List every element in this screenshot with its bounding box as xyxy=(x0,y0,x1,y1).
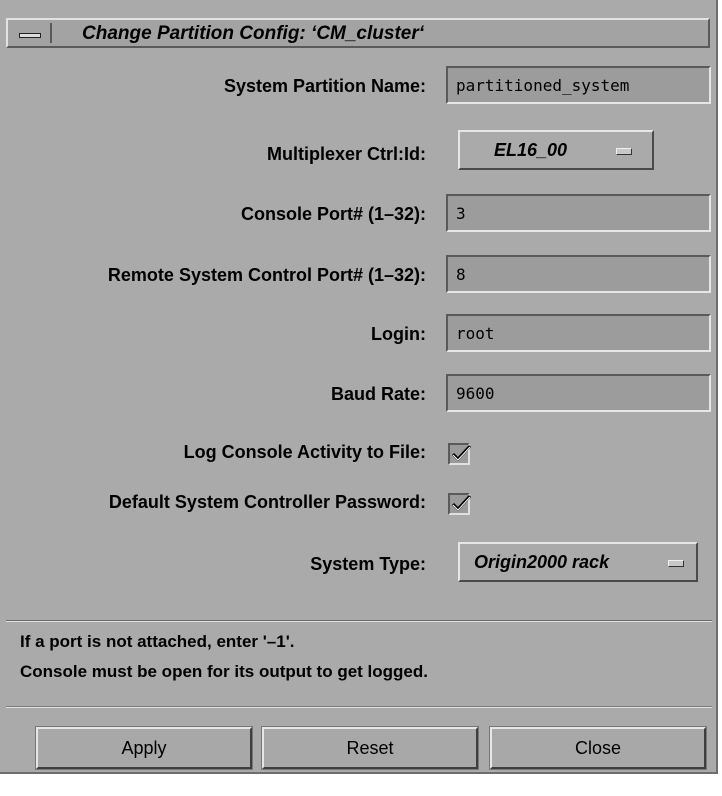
info-text-port: If a port is not attached, enter '–1'. xyxy=(20,632,295,651)
default-password-checkbox[interactable] xyxy=(448,493,472,515)
checkmark-icon xyxy=(451,494,472,512)
remote-port-input[interactable]: 8 xyxy=(446,255,711,293)
console-port-label: Console Port# (1–32): xyxy=(240,204,426,224)
reset-button[interactable]: Reset xyxy=(261,726,479,770)
log-console-label: Log Console Activity to File: xyxy=(183,442,426,462)
login-input[interactable]: root xyxy=(446,314,711,352)
system-type-label: System Type: xyxy=(310,554,426,574)
window-menu-button[interactable] xyxy=(12,23,52,43)
login-label: Login: xyxy=(371,324,426,344)
system-type-selected-value: Origin2000 rack xyxy=(474,552,610,572)
option-menu-indicator-icon xyxy=(616,148,632,155)
window-title: Change Partition Config: ‘CM_cluster‘ xyxy=(82,23,425,44)
window-menu-icon xyxy=(19,33,41,38)
multiplexer-selected-value: EL16_00 xyxy=(494,140,568,160)
multiplexer-label: Multiplexer Ctrl:Id: xyxy=(266,144,426,164)
partition-name-input[interactable]: partitioned_system xyxy=(446,66,711,104)
console-port-input[interactable]: 3 xyxy=(446,194,711,232)
baud-rate-label: Baud Rate: xyxy=(330,384,426,404)
checkmark-icon xyxy=(451,444,472,462)
apply-button[interactable]: Apply xyxy=(35,726,253,770)
title-bar[interactable]: Change Partition Config: ‘CM_cluster‘ xyxy=(6,18,710,48)
baud-rate-input[interactable]: 9600 xyxy=(446,374,711,412)
separator xyxy=(6,706,712,708)
remote-port-label: Remote System Control Port# (1–32): xyxy=(107,265,426,285)
info-text-console: Console must be open for its output to g… xyxy=(20,662,428,681)
separator xyxy=(6,620,712,622)
partition-name-label: System Partition Name: xyxy=(223,76,426,96)
option-menu-indicator-icon xyxy=(668,560,684,567)
multiplexer-option-menu[interactable]: EL16_00 xyxy=(458,130,654,170)
default-password-label: Default System Controller Password: xyxy=(108,492,426,512)
system-type-option-menu[interactable]: Origin2000 rack xyxy=(458,542,698,582)
close-button[interactable]: Close xyxy=(489,726,707,770)
dialog-window: Change Partition Config: ‘CM_cluster‘ Sy… xyxy=(0,0,718,774)
log-console-checkbox[interactable] xyxy=(448,443,472,465)
